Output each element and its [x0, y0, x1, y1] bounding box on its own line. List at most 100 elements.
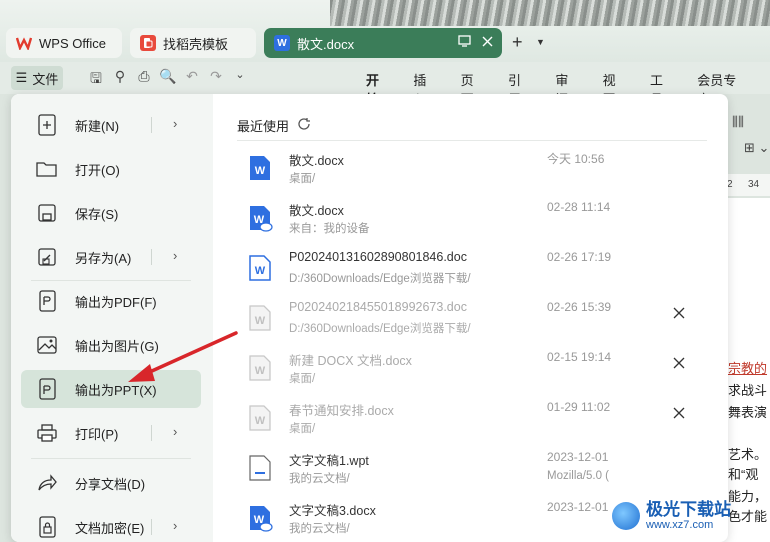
- save-as-icon: [35, 245, 59, 269]
- chevron-right-icon[interactable]: ›: [173, 116, 177, 131]
- table-icon[interactable]: ⊞ ⌄: [744, 140, 769, 156]
- file-label: 文件: [32, 71, 59, 87]
- menu-item-print[interactable]: 打印(P) ›: [21, 414, 201, 452]
- file-name: 春节通知安排.docx: [289, 404, 394, 418]
- file-name: P020240131602890801846.doc: [289, 250, 467, 264]
- tab-active-document[interactable]: W 散文.docx: [264, 28, 502, 58]
- menu-item-export-image[interactable]: 输出为图片(G): [21, 326, 201, 364]
- chevron-right-icon[interactable]: ›: [173, 518, 177, 533]
- menu-item-export-pdf[interactable]: 输出为PDF(F): [21, 282, 201, 320]
- menu-item-label: 输出为PPT(X): [75, 382, 157, 398]
- svg-text:W: W: [255, 365, 266, 377]
- export-image-icon: [35, 333, 59, 357]
- tab-docer-templates[interactable]: 找稻壳模板: [130, 28, 256, 58]
- tab-wps-office[interactable]: WPS Office: [6, 28, 122, 58]
- chevron-right-icon[interactable]: ›: [173, 248, 177, 263]
- word-file-missing-icon: W: [249, 304, 271, 332]
- refresh-icon[interactable]: [297, 117, 311, 134]
- word-cloud-file-icon: W: [249, 504, 273, 532]
- file-path: D:/360Downloads/Edge浏览器下载/: [289, 323, 471, 335]
- doc-text-line: 求战斗: [728, 383, 768, 398]
- remove-recent-icon[interactable]: [673, 356, 685, 373]
- window-mode-icon[interactable]: [458, 35, 471, 50]
- file-extra: Mozilla/5.0 (: [547, 470, 609, 482]
- menu-item-label: 打开(O): [75, 162, 120, 178]
- menu-lines-icon: ☰: [15, 70, 28, 85]
- toolbar: ☰ 文件 🖫 ⚲ ⎙ 🔍 ↶ ↷ ⌄ 开始 插入 页面 引用 审阅 视图 工具 …: [0, 62, 770, 114]
- new-file-icon: [35, 113, 59, 137]
- more-chevron-icon[interactable]: ⌄: [228, 68, 252, 92]
- remove-recent-icon[interactable]: [673, 406, 685, 423]
- menu-item-share[interactable]: 分享文档(D): [21, 464, 201, 502]
- recent-file-row[interactable]: 文字文稿1.wpt 我的云文档/2023-12-01 Mozilla/5.0 (: [237, 446, 707, 494]
- file-path: 桌面/: [289, 373, 316, 385]
- export-ppt-icon: [35, 377, 59, 401]
- export-pdf-icon: [35, 289, 59, 313]
- recent-files-section: 最近使用 W 散文.docx 桌面/今天 10:56 W 散文.docx 来自：我的设备 0…: [213, 94, 728, 542]
- new-tab-icon[interactable]: +: [512, 32, 523, 53]
- tab-label: WPS Office: [39, 35, 106, 51]
- file-path: 我的云文档/: [289, 523, 350, 535]
- recent-file-row[interactable]: W 散文.docx 来自：我的设备 02-28 11:14: [237, 196, 707, 244]
- menu-item-save[interactable]: 保存(S): [21, 194, 201, 232]
- folder-open-icon: [35, 157, 59, 181]
- divider: [31, 458, 191, 459]
- print-quick-icon[interactable]: ⎙: [132, 68, 156, 92]
- watermark-title: 极光下载站: [646, 499, 731, 519]
- file-menu-list: 新建(N) › 打开(O) 保存(S) 另存为(A) › 输出为PDF(F) 输…: [11, 94, 213, 542]
- menu-item-new[interactable]: 新建(N) ›: [21, 106, 201, 144]
- doc-text-line: 艺术。: [728, 447, 768, 462]
- remove-recent-icon[interactable]: [673, 306, 685, 323]
- chevron-right-icon[interactable]: ›: [173, 424, 177, 439]
- file-menu-button[interactable]: ☰ 文件: [11, 66, 63, 90]
- word-doc-icon: W: [274, 35, 290, 51]
- print-icon: [35, 421, 59, 445]
- menu-item-open[interactable]: 打开(O): [21, 150, 201, 188]
- save-icon: [35, 201, 59, 225]
- recent-file-row[interactable]: W 散文.docx 桌面/今天 10:56: [237, 146, 707, 194]
- print-preview-icon[interactable]: 🔍: [156, 68, 180, 92]
- align-icon[interactable]: ⫼⫼: [732, 114, 744, 130]
- wps-logo-icon: [16, 35, 32, 51]
- file-name: 散文.docx: [289, 154, 344, 168]
- file-name: P020240218455018992673.doc: [289, 300, 467, 314]
- template-file-icon: [249, 454, 271, 482]
- svg-text:W: W: [255, 165, 266, 177]
- menu-item-label: 输出为PDF(F): [75, 294, 157, 310]
- doc-text-line: 宗教的: [728, 361, 768, 376]
- menu-item-label: 新建(N): [75, 118, 120, 134]
- menu-item-save-as[interactable]: 另存为(A) ›: [21, 238, 201, 276]
- file-date: 02-28 11:14: [547, 200, 611, 214]
- divider: [31, 280, 191, 281]
- doc-text-line: 和“观: [728, 467, 759, 482]
- tab-label: 找稻壳模板: [163, 36, 229, 52]
- file-menu-panel: 新建(N) › 打开(O) 保存(S) 另存为(A) › 输出为PDF(F) 输…: [11, 94, 728, 542]
- chevron-down-icon[interactable]: ▼: [536, 37, 545, 47]
- menu-item-label: 保存(S): [75, 206, 119, 222]
- word-file-icon: W: [249, 254, 271, 282]
- recent-file-row[interactable]: W P020240218455018992673.doc D:/360Downloa…: [237, 296, 707, 344]
- file-date: 02-26 17:19: [547, 250, 612, 264]
- undo-icon[interactable]: ↶: [180, 68, 204, 92]
- menu-item-label: 打印(P): [75, 426, 119, 442]
- menu-item-encrypt[interactable]: 文档加密(E) ›: [21, 508, 201, 542]
- watermark-logo-icon: [612, 502, 640, 530]
- menu-item-export-ppt[interactable]: 输出为PPT(X): [21, 370, 201, 408]
- word-file-icon: W: [249, 154, 271, 182]
- svg-text:W: W: [255, 315, 266, 327]
- close-tab-icon[interactable]: [482, 35, 493, 50]
- file-name: 文字文稿3.docx: [289, 504, 376, 518]
- format-painter-icon[interactable]: ⚲: [108, 68, 132, 92]
- file-path: 我的云文档/: [289, 473, 350, 485]
- recent-file-row[interactable]: W P020240131602890801846.doc D:/360Downloa…: [237, 246, 707, 294]
- redo-icon[interactable]: ↷: [204, 68, 228, 92]
- save-quick-icon[interactable]: 🖫: [84, 68, 108, 92]
- menu-item-label: 另存为(A): [75, 250, 132, 266]
- tab-label: 散文.docx: [297, 36, 355, 52]
- recent-file-row[interactable]: W 春节通知安排.docx 桌面/01-29 11:02: [237, 396, 707, 444]
- word-file-missing-icon: W: [249, 354, 271, 382]
- recent-file-row[interactable]: W 新建 DOCX 文档.docx 桌面/02-15 19:14: [237, 346, 707, 394]
- share-icon: [35, 471, 59, 495]
- file-date: 2023-12-01: [547, 500, 609, 514]
- file-date: 02-15 19:14: [547, 350, 612, 364]
